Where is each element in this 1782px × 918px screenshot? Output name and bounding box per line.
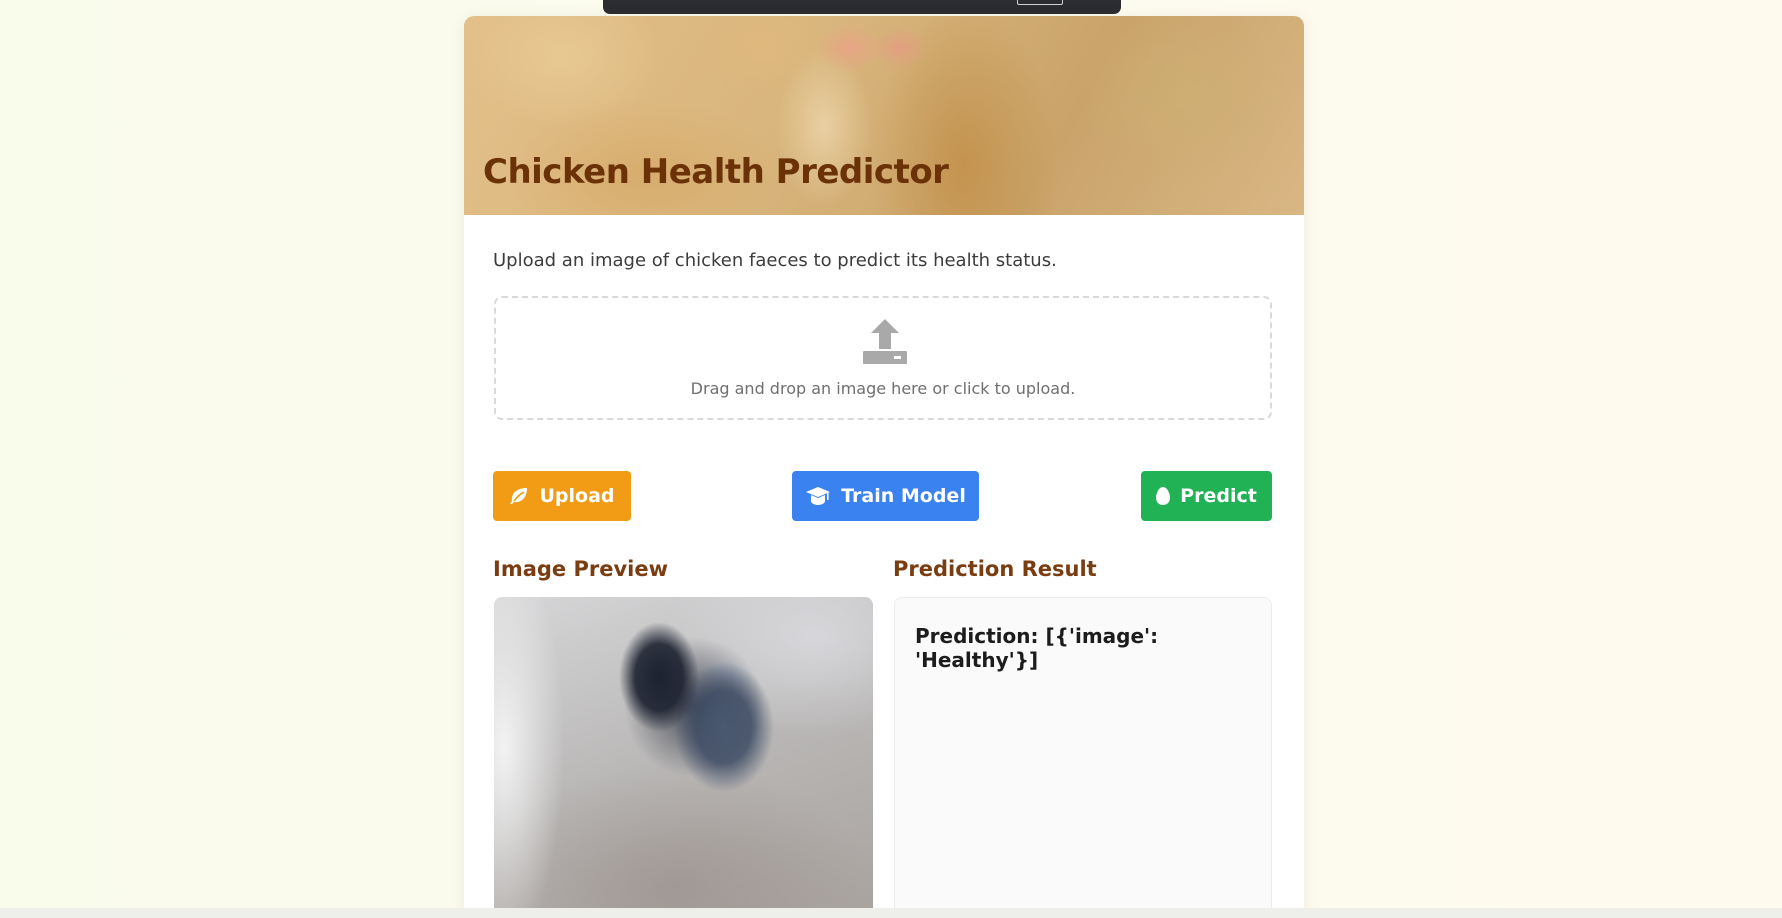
bottom-strip bbox=[0, 908, 1782, 918]
screen-share-handle[interactable] bbox=[1017, 0, 1063, 5]
prediction-result-text: Prediction: [{'image': 'Healthy'}] bbox=[915, 624, 1159, 672]
screen-share-bar bbox=[603, 0, 1121, 14]
upload-button-label: Upload bbox=[539, 485, 615, 507]
page-title: Chicken Health Predictor bbox=[483, 152, 949, 192]
page: Chicken Health Predictor Upload an image… bbox=[0, 0, 1782, 918]
image-preview-heading: Image Preview bbox=[493, 557, 668, 581]
graduation-cap-icon bbox=[806, 487, 831, 505]
prediction-result-heading: Prediction Result bbox=[893, 557, 1097, 581]
train-model-button-label: Train Model bbox=[841, 485, 966, 507]
upload-dropzone[interactable]: Drag and drop an image here or click to … bbox=[494, 296, 1272, 420]
dropzone-text: Drag and drop an image here or click to … bbox=[690, 379, 1076, 398]
predict-button-label: Predict bbox=[1180, 485, 1257, 507]
train-model-button[interactable]: Train Model bbox=[792, 471, 979, 521]
prediction-result-panel: Prediction: [{'image': 'Healthy'}] bbox=[894, 597, 1272, 916]
hero-banner: Chicken Health Predictor bbox=[464, 16, 1304, 215]
leaf-icon bbox=[510, 488, 528, 504]
intro-text: Upload an image of chicken faeces to pre… bbox=[493, 250, 1057, 271]
main-card: Chicken Health Predictor Upload an image… bbox=[464, 16, 1304, 918]
predict-button[interactable]: Predict bbox=[1141, 471, 1272, 521]
upload-icon bbox=[863, 319, 907, 364]
egg-icon bbox=[1156, 487, 1171, 505]
image-preview bbox=[494, 597, 873, 916]
upload-button[interactable]: Upload bbox=[493, 471, 631, 521]
